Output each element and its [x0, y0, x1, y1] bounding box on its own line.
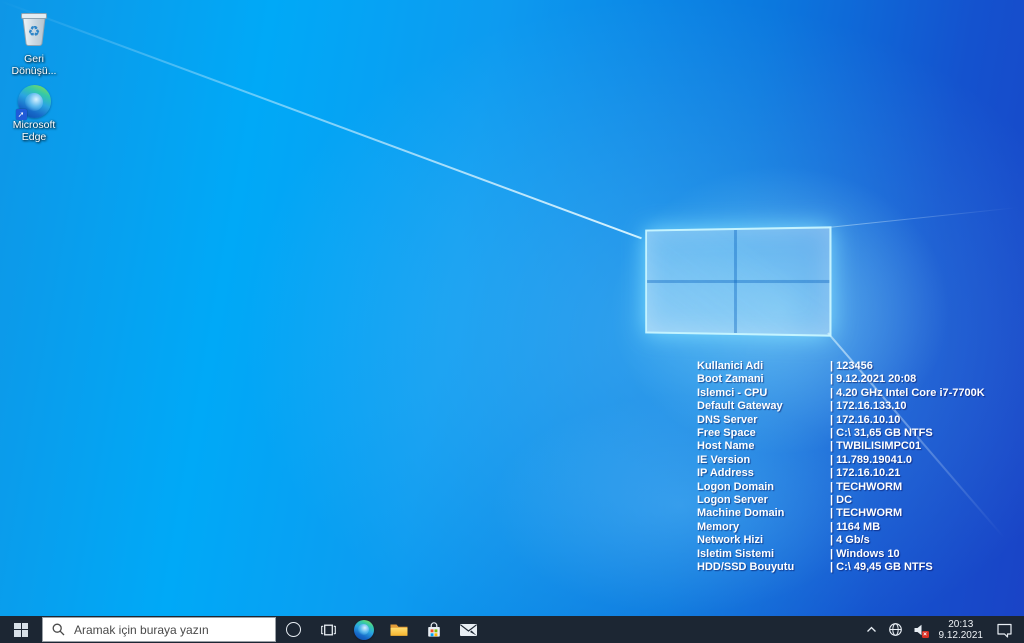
- system-info-value: | C:\ 49,45 GB NTFS: [830, 561, 1019, 574]
- tray-hidden-icons[interactable]: [860, 616, 884, 643]
- system-info-label: DNS Server: [697, 414, 830, 427]
- microsoft-store-icon: [426, 621, 442, 639]
- system-info-row: DNS Server | 172.16.10.10: [697, 414, 1019, 427]
- system-info-value: | Windows 10: [830, 548, 1019, 561]
- system-info-value: | 11.789.19041.0: [830, 454, 1019, 467]
- system-info-row: Isletim Sistemi | Windows 10: [697, 548, 1019, 561]
- system-info-value: | 172.16.133.10: [830, 400, 1019, 413]
- mail-icon: [459, 623, 478, 637]
- desktop-icon-label: Microsoft Edge: [13, 120, 56, 143]
- system-info-row: HDD/SSD Bouyutu | C:\ 49,45 GB NTFS: [697, 561, 1019, 574]
- microsoft-edge-icon: [354, 620, 374, 640]
- system-info-value: | TECHWORM: [830, 481, 1019, 494]
- desktop-screen: ♻ Geri Dönüşü... ➚ Microsoft Edge Kullan…: [0, 0, 1024, 643]
- taskbar-item-microsoft-store[interactable]: [416, 616, 451, 643]
- system-info-row: Islemci - CPU | 4.20 GHz Intel Core i7-7…: [697, 387, 1019, 400]
- volume-muted-badge: ×: [922, 631, 929, 638]
- light-beam: [828, 206, 1024, 228]
- file-explorer-icon: [389, 622, 409, 638]
- taskbar-item-file-explorer[interactable]: [381, 616, 416, 643]
- task-view-icon: [320, 623, 337, 637]
- system-info-list: Kullanici Adi | 123456 Boot Zamani | 9.1…: [697, 360, 1019, 575]
- system-info-label: Memory: [697, 521, 830, 534]
- tray-network[interactable]: [884, 616, 908, 643]
- svg-text:♻: ♻: [28, 24, 41, 40]
- system-info-value: | C:\ 31,65 GB NTFS: [830, 427, 1019, 440]
- shortcut-arrow-badge: ➚: [16, 109, 27, 120]
- system-info-row: Free Space | C:\ 31,65 GB NTFS: [697, 427, 1019, 440]
- system-info-value: | 123456: [830, 360, 1019, 373]
- action-center-icon: [996, 622, 1013, 638]
- system-info-value: | 172.16.10.21: [830, 467, 1019, 480]
- chevron-up-icon: [866, 626, 877, 633]
- tray-volume[interactable]: ×: [908, 616, 932, 643]
- tray-clock[interactable]: 20:13 9.12.2021: [932, 616, 991, 643]
- system-info-value: | 4.20 GHz Intel Core i7-7700K: [830, 387, 1019, 400]
- taskbar-item-mail[interactable]: [451, 616, 486, 643]
- system-info-label: Host Name: [697, 440, 830, 453]
- search-input[interactable]: [72, 622, 275, 638]
- system-info-label: IE Version: [697, 454, 830, 467]
- system-info-row: Logon Domain | TECHWORM: [697, 481, 1019, 494]
- clock-date: 9.12.2021: [939, 630, 984, 641]
- start-button[interactable]: [0, 616, 42, 643]
- taskbar: × 20:13 9.12.2021: [0, 616, 1024, 643]
- search-icon: [52, 623, 65, 636]
- system-info-row: Host Name | TWBILISIMPC01: [697, 440, 1019, 453]
- taskbar-item-task-view[interactable]: [311, 616, 346, 643]
- system-info-label: Free Space: [697, 427, 830, 440]
- system-info-row: Logon Server | DC: [697, 494, 1019, 507]
- taskbar-search[interactable]: [42, 617, 276, 642]
- system-info-label: Network Hizi: [697, 534, 830, 547]
- system-info-label: Logon Domain: [697, 481, 830, 494]
- microsoft-edge-icon: ➚: [18, 85, 51, 118]
- light-beam: [0, 0, 642, 239]
- cortana-icon: [286, 622, 301, 637]
- windows-logo-wallpaper: [645, 226, 831, 336]
- taskbar-item-microsoft-edge[interactable]: [346, 616, 381, 643]
- system-info-value: | TWBILISIMPC01: [830, 440, 1019, 453]
- desktop-icon-microsoft-edge[interactable]: ➚ Microsoft Edge: [5, 85, 63, 143]
- system-info-label: Islemci - CPU: [697, 387, 830, 400]
- system-info-label: Isletim Sistemi: [697, 548, 830, 561]
- system-info-value: | 9.12.2021 20:08: [830, 373, 1019, 386]
- desktop-icon-recycle-bin[interactable]: ♻ Geri Dönüşü...: [5, 7, 63, 77]
- system-tray: × 20:13 9.12.2021: [860, 616, 1024, 643]
- system-info-value: | DC: [830, 494, 1019, 507]
- windows-logo-divider: [647, 280, 829, 283]
- system-info-label: Logon Server: [697, 494, 830, 507]
- recycle-bin-icon: ♻: [16, 7, 52, 52]
- system-info-row: Kullanici Adi | 123456: [697, 360, 1019, 373]
- system-info-value: | TECHWORM: [830, 507, 1019, 520]
- network-globe-icon: [888, 622, 903, 637]
- system-info-value: | 4 Gb/s: [830, 534, 1019, 547]
- system-info-row: IE Version | 11.789.19041.0: [697, 454, 1019, 467]
- desktop-icon-label: Geri Dönüşü...: [12, 54, 57, 77]
- windows-start-icon: [14, 623, 28, 637]
- system-info-value: | 1164 MB: [830, 521, 1019, 534]
- clock-time: 20:13: [948, 619, 973, 630]
- system-info-label: Kullanici Adi: [697, 360, 830, 373]
- system-info-label: IP Address: [697, 467, 830, 480]
- action-center-button[interactable]: [990, 616, 1018, 643]
- system-info-label: Boot Zamani: [697, 373, 830, 386]
- system-info-row: Default Gateway | 172.16.133.10: [697, 400, 1019, 413]
- system-info-row: Boot Zamani | 9.12.2021 20:08: [697, 373, 1019, 386]
- system-info-overlay: Kullanici Adi | 123456 Boot Zamani | 9.1…: [697, 360, 1019, 575]
- system-info-value: | 172.16.10.10: [830, 414, 1019, 427]
- system-info-row: IP Address | 172.16.10.21: [697, 467, 1019, 480]
- system-info-label: HDD/SSD Bouyutu: [697, 561, 830, 574]
- system-info-row: Machine Domain | TECHWORM: [697, 507, 1019, 520]
- system-info-row: Network Hizi | 4 Gb/s: [697, 534, 1019, 547]
- taskbar-item-cortana[interactable]: [276, 616, 311, 643]
- system-info-label: Machine Domain: [697, 507, 830, 520]
- system-info-label: Default Gateway: [697, 400, 830, 413]
- system-info-row: Memory | 1164 MB: [697, 521, 1019, 534]
